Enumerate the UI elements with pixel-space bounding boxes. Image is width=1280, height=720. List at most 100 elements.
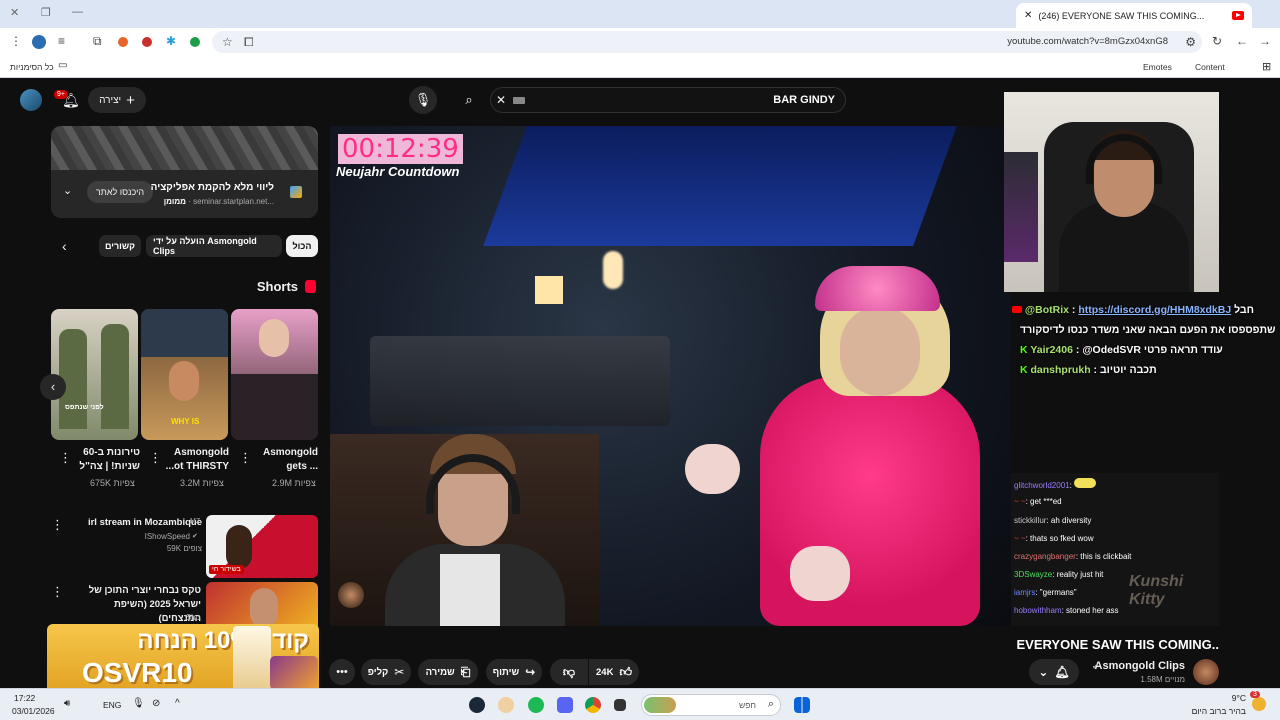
extension-red-icon[interactable] (142, 37, 152, 47)
weather-temp[interactable]: 9°C (1232, 693, 1246, 703)
clock-time[interactable]: 17:22 (14, 693, 35, 703)
youtube-favicon-icon (1232, 11, 1244, 20)
chat-line: @BotRix : https://discord.gg/HHM8xdkBJ ח… (1012, 304, 1254, 316)
profile-icon[interactable] (32, 35, 46, 49)
wall-poster (1004, 152, 1038, 262)
install-app-icon[interactable]: ⧠ (244, 35, 254, 50)
related-video-channel: IShowSpeed (144, 532, 190, 541)
bookmark-content[interactable]: Content (1195, 62, 1225, 72)
short-menu-icon[interactable]: ⋮ (149, 450, 162, 466)
tray-chevron-icon[interactable]: ^ (175, 698, 180, 709)
create-button[interactable]: יצירה + (88, 87, 146, 113)
channel-name[interactable]: Asmongold Clips (1095, 660, 1185, 672)
expand-ad-icon[interactable]: ⌄ (63, 184, 72, 197)
tab-close-icon[interactable]: ✕ (1024, 10, 1032, 21)
input-language[interactable]: ENG (103, 700, 121, 710)
address-bar[interactable]: ☆ ⧠ youtube.com/watch?v=8mGzx04xnG8 ⚙ (212, 31, 1202, 53)
puzzle-icon[interactable]: ⧉ (93, 34, 102, 49)
menu-dots-icon[interactable]: ⋮ (10, 34, 22, 48)
shorts-scroll-left-button[interactable]: ‹ (40, 374, 66, 400)
task-view-icon[interactable] (614, 699, 626, 711)
like-button[interactable]: 24K 👍︎ (589, 659, 639, 685)
sponsored-ad-card[interactable]: ⌄ היכנסו לאתר ליווי מלא להקמת אפליקציה מ… (51, 126, 318, 218)
person-figure (250, 588, 278, 628)
chat-line: glitchworld2001: (1014, 478, 1097, 490)
search-button[interactable]: ⌕ (455, 86, 483, 114)
short-thumbnail[interactable]: לפני שנתפס (51, 309, 138, 440)
short-title[interactable]: Asmongold ...ot THIRSTY (160, 446, 229, 474)
network-icon[interactable]: ⊘ (152, 698, 160, 709)
related-video-thumbnail[interactable]: בשידור חי (206, 515, 318, 578)
app-icon[interactable] (498, 697, 514, 713)
all-bookmarks-link[interactable]: כל הסימניות (10, 62, 54, 72)
video-menu-icon[interactable]: ⋮ (51, 584, 64, 600)
chip-uploaded-by[interactable]: הועלה על ידי Asmongold Clips (146, 235, 282, 257)
short-thumbnail[interactable] (231, 309, 318, 440)
short-title[interactable]: טירונות ב-60 שניות! | צה"ל (72, 446, 140, 474)
ad-sponsor-label: ממומן (163, 197, 186, 206)
browser-tab[interactable]: ✕ (246) EVERYONE SAW THIS COMING... (1016, 3, 1252, 28)
chips-scroll-left-icon[interactable]: ‹ (62, 238, 67, 254)
save-button[interactable]: שמירה ⎗ (418, 659, 478, 685)
weather-icon[interactable] (1252, 697, 1266, 711)
chat-line: K danshprukh : תכבה יוטיוב (1020, 364, 1157, 376)
search-highlight-icon (644, 697, 676, 713)
voice-search-button[interactable]: 🎙︎ (409, 86, 437, 114)
avatar[interactable] (20, 89, 42, 111)
extension-icon[interactable]: ≡ (58, 34, 65, 48)
taskbar-search-input[interactable]: חפש ⌕ (641, 694, 781, 716)
chat-line: שתפספסו את הפעם הבאה שאני משדר כנסו לדיס… (1020, 324, 1275, 336)
keyboard-icon[interactable] (513, 97, 525, 104)
clear-search-icon[interactable]: ✕ (496, 93, 506, 107)
subscribe-bell-button[interactable]: ⌄ 🔔︎ (1029, 659, 1079, 685)
short-thumbnail[interactable]: WHY IS (141, 309, 228, 440)
bookmark-star-icon[interactable]: ☆ (222, 35, 233, 49)
short-title[interactable]: Asmongold gets ... (250, 446, 318, 474)
short-menu-icon[interactable]: ⋮ (59, 450, 72, 466)
short-menu-icon[interactable]: ⋮ (239, 450, 252, 466)
microphone-icon[interactable]: 🎙︎ (132, 698, 145, 709)
chip-related[interactable]: קשורים (99, 235, 141, 257)
share-button[interactable]: שיתוף ↪ (486, 659, 542, 685)
extension-green-icon[interactable] (190, 37, 200, 47)
forward-icon[interactable]: ← (1236, 34, 1248, 48)
site-settings-icon[interactable]: ⚙ (1185, 35, 1196, 49)
chat-message: https://discord.gg/HHM8xdkBJ (1078, 304, 1232, 316)
video-title: EVERYONE SAW THIS COMING.. (1016, 637, 1219, 652)
search-input[interactable]: ✕ BAR GINDY (490, 87, 846, 113)
steam-icon[interactable] (469, 697, 485, 713)
shorts-heading: Shorts (256, 279, 298, 294)
short-top-panel (141, 309, 228, 357)
dislike-button[interactable]: 👎︎ (550, 659, 588, 685)
ad-visit-button[interactable]: היכנסו לאתר (87, 181, 153, 203)
related-video-title[interactable]: טקס נבחרי יוצרי התוכן של ישראל 2025 (השי… (76, 584, 201, 626)
back-icon[interactable]: → (1259, 34, 1271, 48)
speaker-icon[interactable]: 🔊︎ (64, 698, 70, 709)
extension-orange-icon[interactable] (118, 37, 128, 47)
video-player[interactable]: 00:12:39 Neujahr Countdown (330, 126, 1011, 626)
bookmark-emotes[interactable]: Emotes (1143, 62, 1172, 72)
spotify-icon[interactable] (528, 697, 544, 713)
minimize-icon[interactable]: — (72, 6, 83, 18)
countdown-label: Neujahr Countdown (336, 164, 460, 179)
clip-button[interactable]: קליפ ✂ (361, 659, 411, 685)
related-video-title[interactable]: irl stream in Mozambique (88, 517, 202, 528)
reload-icon[interactable]: ↻ (1212, 34, 1222, 48)
extension-blue-icon[interactable]: ✱ (166, 34, 176, 48)
video-menu-icon[interactable]: ⋮ (51, 517, 64, 533)
more-actions-button[interactable]: ••• (329, 659, 355, 685)
chat-message: thats so fked wow (1030, 534, 1094, 543)
chat-line: ~ ~: get ***ed (1014, 497, 1062, 506)
clock-date[interactable]: 03/01/2026 (12, 706, 55, 716)
close-window-icon[interactable]: ✕ (10, 6, 19, 19)
chip-all[interactable]: הכול (286, 235, 318, 257)
channel-avatar[interactable] (1193, 659, 1219, 685)
apps-grid-icon[interactable]: ⊞ (1262, 60, 1271, 73)
chat-line: ~ ~: thats so fked wow (1014, 534, 1094, 543)
restore-icon[interactable]: ❐ (41, 6, 51, 19)
person-figure (226, 525, 252, 569)
windows-start-icon[interactable] (794, 697, 810, 713)
discord-icon[interactable] (557, 697, 573, 713)
chrome-icon[interactable] (585, 697, 601, 713)
related-video-thumbnail[interactable] (270, 656, 318, 690)
